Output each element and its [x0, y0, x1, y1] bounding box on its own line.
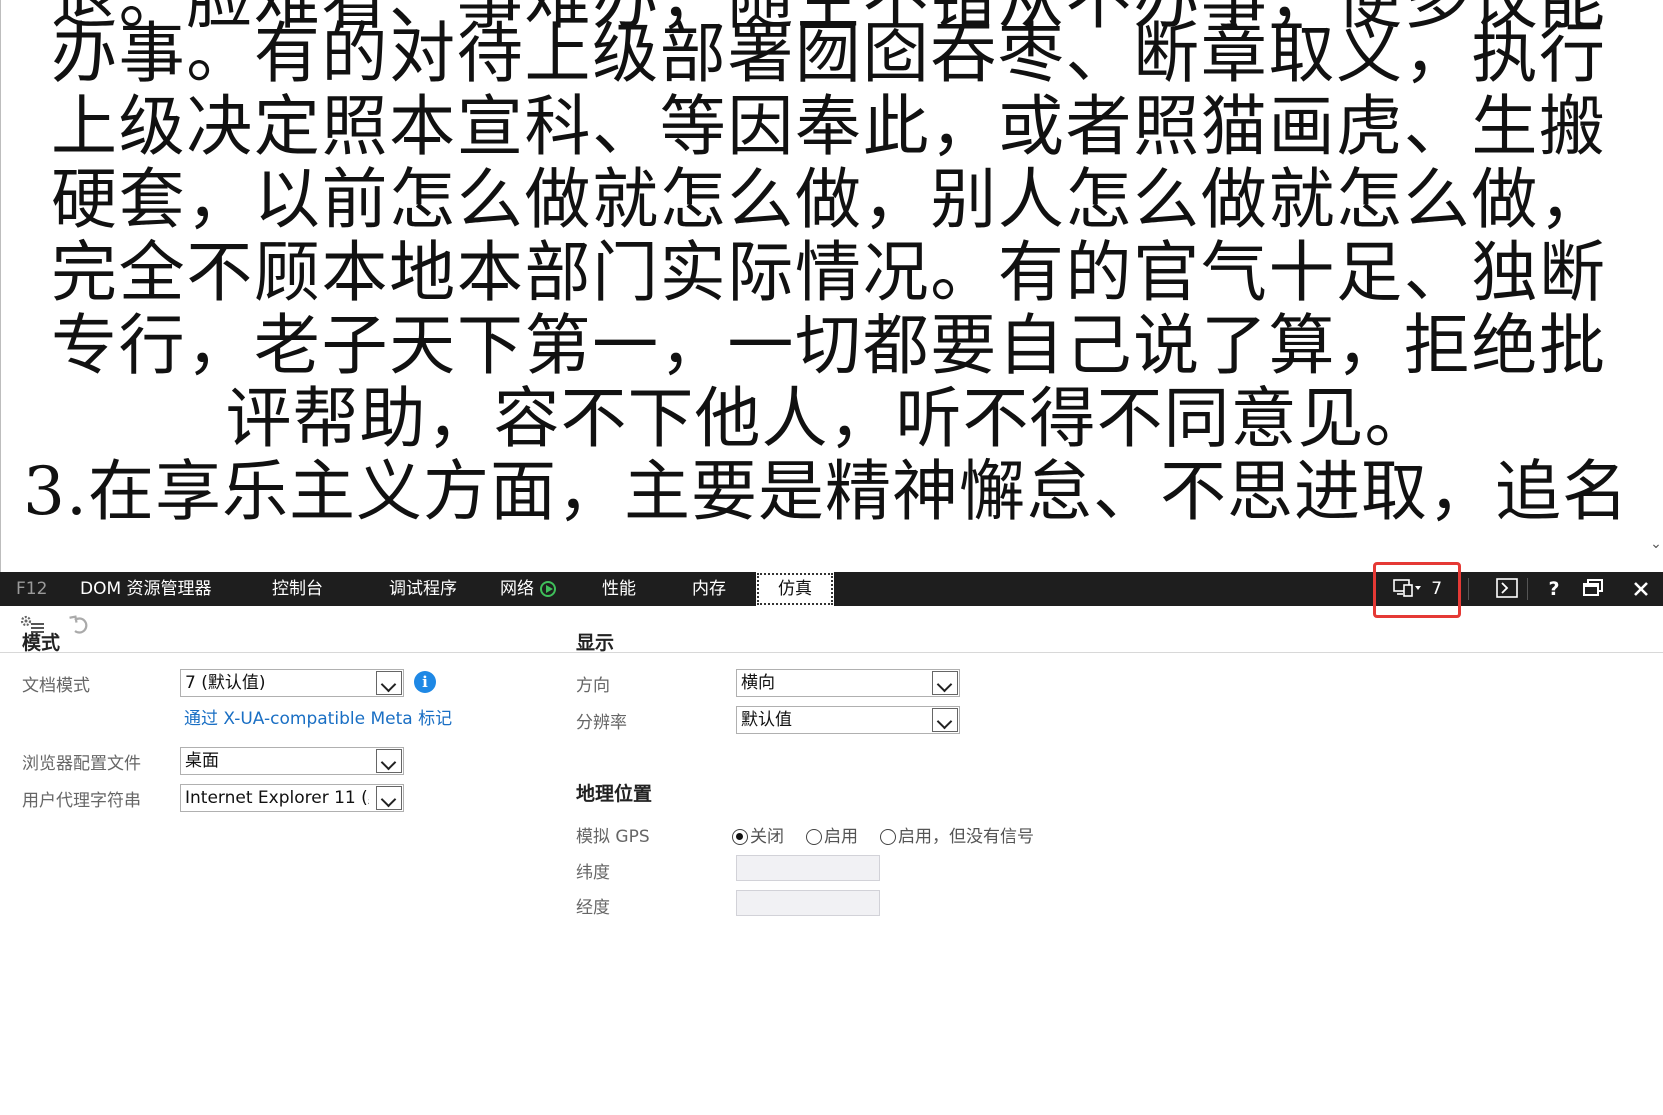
reset-icon[interactable]	[66, 614, 94, 642]
tab-network-label: 网络	[500, 579, 534, 599]
resolution-select[interactable]: 默认值	[736, 706, 960, 734]
tab-console[interactable]: 控制台	[272, 572, 323, 606]
gps-on-label: 启用	[824, 827, 858, 847]
emulation-toolbar	[0, 606, 1663, 653]
orientation-label: 方向	[576, 676, 610, 696]
tab-dom-explorer[interactable]: DOM 资源管理器	[80, 572, 212, 606]
doc-line: 完全不顾本地本部门实际情况。有的官气十足、独断	[51, 234, 1606, 311]
orientation-value: 横向	[741, 673, 775, 693]
tab-performance[interactable]: 性能	[602, 572, 636, 606]
document-mode-button[interactable]: 7	[1378, 572, 1456, 606]
resolution-value: 默认值	[741, 710, 792, 730]
geolocation-section-title: 地理位置	[576, 783, 653, 805]
latitude-label: 纬度	[576, 863, 610, 883]
document-mode-badge: 7	[1431, 579, 1443, 599]
chevron-down-icon	[376, 671, 402, 695]
doc-line: 上级决定照本宣科、等因奉此，或者照猫画虎、生搬	[51, 88, 1606, 165]
resolution-label: 分辨率	[576, 713, 627, 733]
gps-off-radio[interactable]: 关闭	[732, 822, 784, 847]
chevron-down-icon	[376, 786, 402, 810]
user-agent-select[interactable]: Internet Explorer 11 (默认值)	[180, 784, 404, 812]
chevron-down-icon	[376, 749, 402, 773]
document-viewport[interactable]: 退。脸难看、事难办，随空不错从不办事，便多议能 办事。有的对待上级部署囫囵吞枣、…	[0, 0, 1663, 572]
close-icon[interactable]	[1628, 572, 1654, 606]
gps-on-no-signal-radio[interactable]: 启用，但没有信号	[880, 822, 1034, 847]
gps-on-no-signal-label: 启用，但没有信号	[898, 827, 1034, 847]
longitude-input[interactable]	[736, 890, 880, 916]
chevron-down-icon	[932, 671, 958, 695]
mode-section-title: 模式	[22, 632, 61, 654]
browser-profile-select[interactable]: 桌面	[180, 747, 404, 775]
doc-line: 评帮助，容不下他人，听不得不同意见。	[225, 380, 1432, 457]
browser-profile-label: 浏览器配置文件	[22, 754, 141, 774]
meta-tag-link[interactable]: 通过 X-UA-compatible Meta 标记	[184, 704, 452, 729]
info-icon[interactable]: i	[414, 671, 436, 693]
scroll-down-arrow-icon[interactable]: ⌄	[1648, 536, 1663, 552]
radio-unselected-icon	[880, 829, 896, 845]
devtools-tab-bar: F12 DOM 资源管理器 控制台 调试程序 网络 性能 内存 仿真 7 ?	[0, 562, 1663, 618]
radio-selected-icon	[732, 829, 748, 845]
doc-line: 专行，老子天下第一，一切都要自己说了算，拒绝批	[51, 307, 1606, 384]
tab-debugger[interactable]: 调试程序	[389, 572, 457, 606]
console-toggle-icon[interactable]	[1493, 572, 1521, 606]
tab-memory[interactable]: 内存	[692, 572, 726, 606]
gps-label: 模拟 GPS	[576, 827, 650, 847]
gps-on-radio[interactable]: 启用	[806, 822, 858, 847]
longitude-label: 经度	[576, 898, 610, 918]
orientation-select[interactable]: 横向	[736, 669, 960, 697]
help-icon[interactable]: ?	[1542, 572, 1566, 606]
tab-emulation[interactable]: 仿真	[756, 572, 834, 606]
browser-profile-value: 桌面	[185, 751, 219, 771]
display-section-title: 显示	[576, 632, 615, 654]
document-mode-label: 文档模式	[22, 676, 90, 696]
device-icon	[1393, 579, 1421, 597]
f12-label: F12	[16, 579, 48, 599]
chevron-down-icon	[932, 708, 958, 732]
user-agent-label: 用户代理字符串	[22, 791, 141, 811]
doc-line: 3.在享乐主义方面，主要是精神懈怠、不思进取，追名	[23, 453, 1629, 530]
latitude-input[interactable]	[736, 855, 880, 881]
doc-line: 办事。有的对待上级部署囫囵吞枣、断章取义，执行	[51, 15, 1606, 92]
radio-unselected-icon	[806, 829, 822, 845]
undock-icon[interactable]	[1580, 572, 1606, 606]
user-agent-value: Internet Explorer 11 (默认值)	[185, 788, 369, 808]
tab-network[interactable]: 网络	[500, 572, 556, 606]
document-mode-select[interactable]: 7 (默认值)	[180, 669, 404, 697]
document-mode-value: 7 (默认值)	[185, 673, 266, 693]
play-icon[interactable]	[540, 581, 556, 597]
gps-off-label: 关闭	[750, 827, 784, 847]
devtools-panel: F12 DOM 资源管理器 控制台 调试程序 网络 性能 内存 仿真 7 ? 模…	[0, 562, 1663, 1115]
doc-line: 硬套，以前怎么做就怎么做，别人怎么做就怎么做，	[51, 161, 1606, 238]
